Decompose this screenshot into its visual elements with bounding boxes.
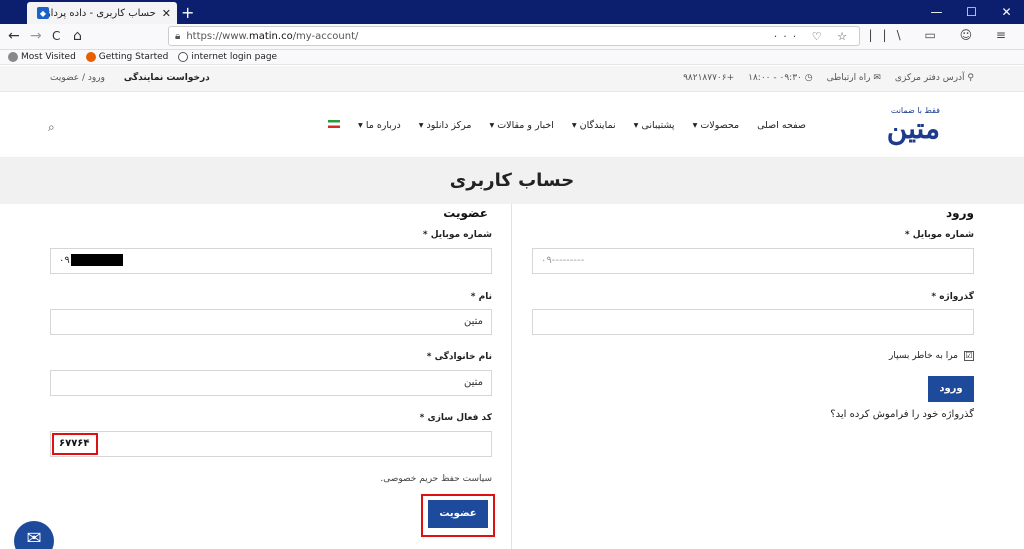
main-menu: صفحه اصلی محصولات ▾ پشتیبانی ▾ نمایندگان… <box>328 120 806 131</box>
back-icon[interactable]: ← <box>8 28 20 44</box>
tab-close-icon[interactable]: ✕ <box>162 7 171 20</box>
mail-icon: ✉ <box>870 73 881 83</box>
hours-text: ◷ ۰۹:۳۰ - ۱۸:۰۰ <box>748 73 812 83</box>
page-title: حساب کاربری <box>449 170 575 191</box>
menu-item-products[interactable]: محصولات ▾ <box>693 120 740 131</box>
login-mobile-label: شماره موبایل * <box>904 230 974 240</box>
close-window-button[interactable]: ✕ <box>989 0 1024 24</box>
login-password-label: گذرواژه * <box>931 292 974 302</box>
site-topbar: درخواست نمایندگی ورود / عضویت ⚲ آدرس دفت… <box>0 66 1024 92</box>
register-mobile-value: ۰۹ <box>59 255 70 266</box>
url-text: https://www.matin.co/my-account/ <box>186 31 773 42</box>
url-actions-icons[interactable]: ··· ♡ ☆ <box>774 30 853 43</box>
remember-me[interactable]: ☑ مرا به خاطر بسپار <box>889 351 974 361</box>
menu-item-news[interactable]: اخبار و مقالات ▾ <box>489 120 553 131</box>
browser-navbar: ← → C ⌂ 🔒︎ https://www.matin.co/my-accou… <box>0 24 1024 50</box>
register-code-label: کد فعال سازی * <box>419 413 492 423</box>
register-heading: عضویت <box>443 206 488 220</box>
register-family-input[interactable]: متین <box>50 370 492 396</box>
topbar-info: ⚲ آدرس دفتر مرکزی ✉ راه ارتباطی ◷ ۰۹:۳۰ … <box>683 73 974 83</box>
bookmark-internet-login[interactable]: internet login page <box>178 52 277 62</box>
login-heading: ورود <box>946 206 974 220</box>
window-controls: — ☐ ✕ <box>919 0 1024 24</box>
phone-text: +۹۸۲۱۸۷۷۰۶ <box>683 73 735 83</box>
remember-checkbox[interactable]: ☑ <box>964 351 974 361</box>
reload-icon[interactable]: C <box>52 29 60 43</box>
browser-tab[interactable]: ◆ حساب کاربری - داده پرداز رایانه ... ✕ <box>27 2 177 24</box>
home-icon[interactable]: ⌂ <box>73 28 82 44</box>
menu-item-about[interactable]: درباره ما ▾ <box>358 120 401 131</box>
bookmark-label: Most Visited <box>21 52 76 62</box>
chat-mail-icon[interactable]: ✉ <box>14 521 54 549</box>
topbar-links: درخواست نمایندگی ورود / عضویت <box>50 73 210 83</box>
site-header: فقط با ضمانت متین صفحه اصلی محصولات ▾ پش… <box>0 92 1024 158</box>
contact-label: راه ارتباطی <box>826 73 871 83</box>
register-mobile-input[interactable]: ۰۹ <box>50 248 492 274</box>
login-mobile-input[interactable]: ۰۹--------- <box>532 248 974 274</box>
firefox-icon <box>85 52 96 62</box>
toolbar-icons[interactable]: ||\ ▭ ☺ ≡ <box>869 28 1016 42</box>
menu-item-agents[interactable]: نمایندگان ▾ <box>572 120 616 131</box>
globe-icon <box>178 52 189 62</box>
register-mobile-label: شماره موبایل * <box>422 230 492 240</box>
privacy-policy-link[interactable]: سیاست حفظ حریم خصوصی. <box>380 474 492 484</box>
gear-icon <box>8 52 18 62</box>
forward-icon[interactable]: → <box>30 28 42 44</box>
url-bar[interactable]: 🔒︎ https://www.matin.co/my-account/ ··· … <box>168 26 860 46</box>
menu-item-downloads[interactable]: مرکز دانلود ▾ <box>419 120 472 131</box>
page-title-band: حساب کاربری <box>0 158 1024 204</box>
site-favicon-icon: ◆ <box>37 7 49 19</box>
redaction-box <box>71 254 123 266</box>
iran-flag-icon[interactable] <box>328 120 341 128</box>
register-family-label: نام خانوادگی * <box>426 352 492 362</box>
screenshot-root: ◆ حساب کاربری - داده پرداز رایانه ... ✕ … <box>0 0 1024 549</box>
bookmark-getting-started[interactable]: Getting Started <box>85 52 169 62</box>
site-logo[interactable]: فقط با ضمانت متین <box>848 106 940 145</box>
login-register-link[interactable]: ورود / عضویت <box>50 73 105 83</box>
login-password-input[interactable] <box>532 309 974 335</box>
location-icon: ⚲ <box>964 73 974 83</box>
tab-title: حساب کاربری - داده پرداز رایانه ... <box>49 7 156 19</box>
clock-icon: ◷ <box>801 73 813 83</box>
forgot-password-link[interactable]: گذرواژه خود را فراموش کرده اید؟ <box>830 409 974 420</box>
login-button[interactable]: ورود <box>928 376 974 402</box>
browser-tabstrip: ◆ حساب کاربری - داده پرداز رایانه ... ✕ … <box>0 0 1024 24</box>
bookmark-label: internet login page <box>191 52 278 62</box>
bookmarks-bar: Most Visited Getting Started internet lo… <box>0 50 1024 65</box>
menu-item-home[interactable]: صفحه اصلی <box>757 120 806 131</box>
code-highlight-box <box>52 433 98 455</box>
minimize-button[interactable]: — <box>919 0 954 24</box>
url-domain: matin.co <box>248 30 293 42</box>
agency-request-link[interactable]: درخواست نمایندگی <box>124 73 210 83</box>
new-tab-button[interactable]: + <box>181 3 194 22</box>
bookmark-label: Getting Started <box>98 52 169 62</box>
address-text: ⚲ آدرس دفتر مرکزی <box>895 73 974 83</box>
menu-item-support[interactable]: پشتیبانی ▾ <box>634 120 675 131</box>
contact-text: ✉ راه ارتباطی <box>827 73 881 83</box>
search-icon[interactable]: ⌕ <box>48 120 55 135</box>
register-code-input[interactable]: ۶۷۷۶۴ <box>50 431 492 457</box>
url-prefix: https://www. <box>186 30 249 42</box>
address-label: آدرس دفتر مرکزی <box>894 73 965 83</box>
column-divider <box>511 204 512 549</box>
register-name-input[interactable]: متین <box>50 309 492 335</box>
register-name-label: نام * <box>470 292 492 302</box>
remember-label: مرا به خاطر بسپار <box>889 351 958 361</box>
maximize-button[interactable]: ☐ <box>954 0 989 24</box>
lock-icon: 🔒︎ <box>175 30 181 42</box>
logo-name: متین <box>886 112 940 145</box>
bookmark-most-visited[interactable]: Most Visited <box>8 52 76 62</box>
register-button[interactable]: عضویت <box>428 500 488 528</box>
url-path: /my-account/ <box>292 30 359 42</box>
hours-label: ۰۹:۳۰ - ۱۸:۰۰ <box>748 73 802 83</box>
